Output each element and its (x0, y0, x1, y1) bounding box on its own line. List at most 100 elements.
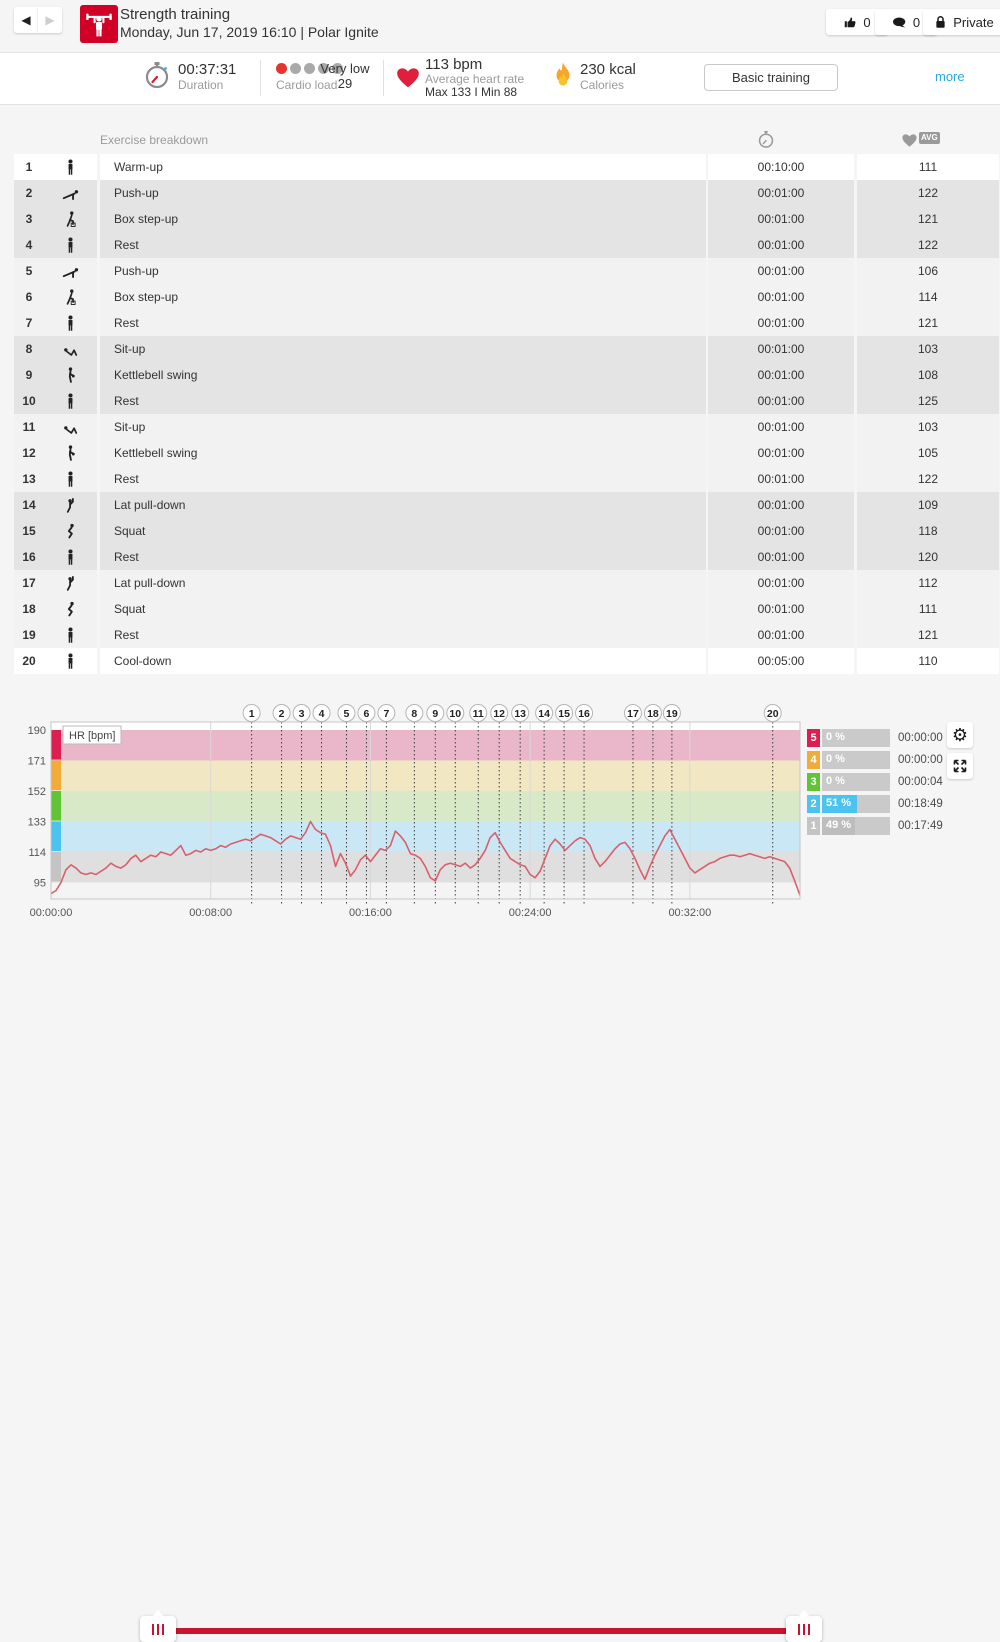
zone-time-label: 00:00:00 (898, 754, 943, 766)
exercise-row: 1Warm-up00:10:00111 (14, 154, 985, 180)
exercise-row: 20Cool-down00:05:00110 (14, 648, 985, 674)
exercise-marker-number: 18 (647, 708, 659, 720)
exercise-name-cell: Sit-up (100, 336, 706, 362)
exercise-duration-cell: 00:01:00 (708, 518, 854, 544)
exercise-duration-cell: 00:01:00 (708, 414, 854, 440)
hr-zone-band-4 (51, 761, 800, 792)
squat-icon (44, 600, 97, 619)
kettlebell-swing-icon (44, 366, 97, 385)
exercise-row: 2Push-up00:01:00122 (14, 180, 985, 206)
calories-value: 230 kcal (580, 61, 636, 78)
exercise-marker-number: 5 (344, 708, 350, 720)
exercise-number: 3 (14, 212, 44, 226)
exercise-marker-number: 14 (538, 708, 550, 720)
exercise-name-cell: Lat pull-down (100, 570, 706, 596)
exercise-marker-number: 4 (319, 708, 325, 720)
exercise-index-cell: 16 (14, 544, 97, 570)
person-standing-icon (44, 392, 97, 411)
range-handle-right[interactable] (786, 1616, 822, 1642)
exercise-number: 6 (14, 290, 44, 304)
range-handle-left[interactable] (140, 1616, 176, 1642)
chart-expand-button[interactable] (947, 753, 973, 779)
box-step-up-icon (44, 288, 97, 307)
prev-session-button[interactable]: ◀ (14, 7, 38, 33)
person-standing-icon (44, 652, 97, 671)
hr-zone-strip-3 (51, 791, 61, 821)
exercise-row: 5Push-up00:01:00106 (14, 258, 985, 284)
training-benefit-button[interactable]: Basic training (704, 64, 838, 91)
y-tick-label: 114 (28, 847, 46, 859)
push-up-icon (44, 184, 97, 203)
exercise-row: 18Squat00:01:00111 (14, 596, 985, 622)
exercise-row: 7Rest00:01:00121 (14, 310, 985, 336)
exercise-duration-cell: 00:01:00 (708, 336, 854, 362)
zone-number: 2 (807, 795, 820, 813)
exercise-number: 5 (14, 264, 44, 278)
exercise-index-cell: 20 (14, 648, 97, 674)
exercise-duration-cell: 00:01:00 (708, 180, 854, 206)
more-link[interactable]: more (935, 69, 965, 84)
exercise-duration-cell: 00:01:00 (708, 362, 854, 388)
exercise-avg-hr-cell: 114 (857, 284, 999, 310)
exercise-name-cell: Rest (100, 466, 706, 492)
exercise-avg-hr-cell: 109 (857, 492, 999, 518)
exercise-avg-hr-cell: 120 (857, 544, 999, 570)
exercise-marker-number: 9 (432, 708, 438, 720)
exercise-index-cell: 19 (14, 622, 97, 648)
exercise-name-cell: Cool-down (100, 648, 706, 674)
exercise-index-cell: 9 (14, 362, 97, 388)
zone-number: 1 (807, 817, 820, 835)
person-standing-icon (44, 158, 97, 177)
stats-divider (260, 60, 261, 96)
zone-legend-row-1: 149 % (807, 817, 890, 835)
like-count: 0 (863, 15, 870, 30)
exercise-avg-hr-cell: 122 (857, 466, 999, 492)
heart-icon (395, 65, 421, 94)
stopwatch-icon (143, 61, 171, 96)
exercise-row: 16Rest00:01:00120 (14, 544, 985, 570)
exercise-marker-number: 7 (383, 708, 389, 720)
exercise-duration-cell: 00:01:00 (708, 544, 854, 570)
grip-icon (151, 1624, 166, 1635)
zone-percent-label: 51 % (826, 797, 851, 809)
exercise-name-cell: Rest (100, 388, 706, 414)
exercise-row: 15Squat00:01:00118 (14, 518, 985, 544)
exercise-marker-number: 12 (493, 708, 505, 720)
zone-percent-label: 0 % (826, 753, 845, 765)
avg-hr-label: Average heart rate (425, 72, 524, 86)
exercise-row: 11Sit-up00:01:00103 (14, 414, 985, 440)
exercise-marker-number: 10 (449, 708, 461, 720)
exercise-duration-cell: 00:01:00 (708, 206, 854, 232)
chart-settings-button[interactable]: ⚙ (947, 722, 973, 748)
comment-count: 0 (913, 15, 920, 30)
next-session-button[interactable]: ▶ (38, 7, 62, 33)
arrow-left-icon: ◀ (21, 13, 30, 27)
zone-legend-row-5: 50 % (807, 729, 890, 747)
privacy-button[interactable]: Private (923, 9, 1000, 35)
zone-legend-row-2: 2 51 % (807, 795, 890, 813)
exercise-avg-hr-cell: 111 (857, 154, 999, 180)
exercise-name-cell: Rest (100, 232, 706, 258)
y-tick-label: 152 (28, 786, 46, 798)
exercise-duration-cell: 00:01:00 (708, 232, 854, 258)
exercise-duration-cell: 00:01:00 (708, 388, 854, 414)
exercise-number: 9 (14, 368, 44, 382)
exercise-number: 15 (14, 524, 44, 538)
exercise-row: 6Box step-up00:01:00114 (14, 284, 985, 310)
exercise-row: 13Rest00:01:00122 (14, 466, 985, 492)
exercise-index-cell: 8 (14, 336, 97, 362)
session-nav: ◀ ▶ (14, 7, 62, 33)
exercise-number: 14 (14, 498, 44, 512)
zone-percent-label: 0 % (826, 731, 845, 743)
exercise-marker-number: 17 (627, 708, 639, 720)
sit-up-icon (44, 340, 97, 359)
exercise-name-cell: Kettlebell swing (100, 362, 706, 388)
zone-time-label: 00:00:04 (898, 776, 943, 788)
exercise-avg-hr-cell: 121 (857, 206, 999, 232)
exercise-avg-hr-cell: 111 (857, 596, 999, 622)
zone-time-label: 00:18:49 (898, 798, 943, 810)
hr-zone-strip-1 (51, 852, 61, 882)
x-tick-label: 00:00:00 (30, 907, 73, 919)
exercise-number: 8 (14, 342, 44, 356)
chart-range-track[interactable] (158, 1628, 804, 1634)
